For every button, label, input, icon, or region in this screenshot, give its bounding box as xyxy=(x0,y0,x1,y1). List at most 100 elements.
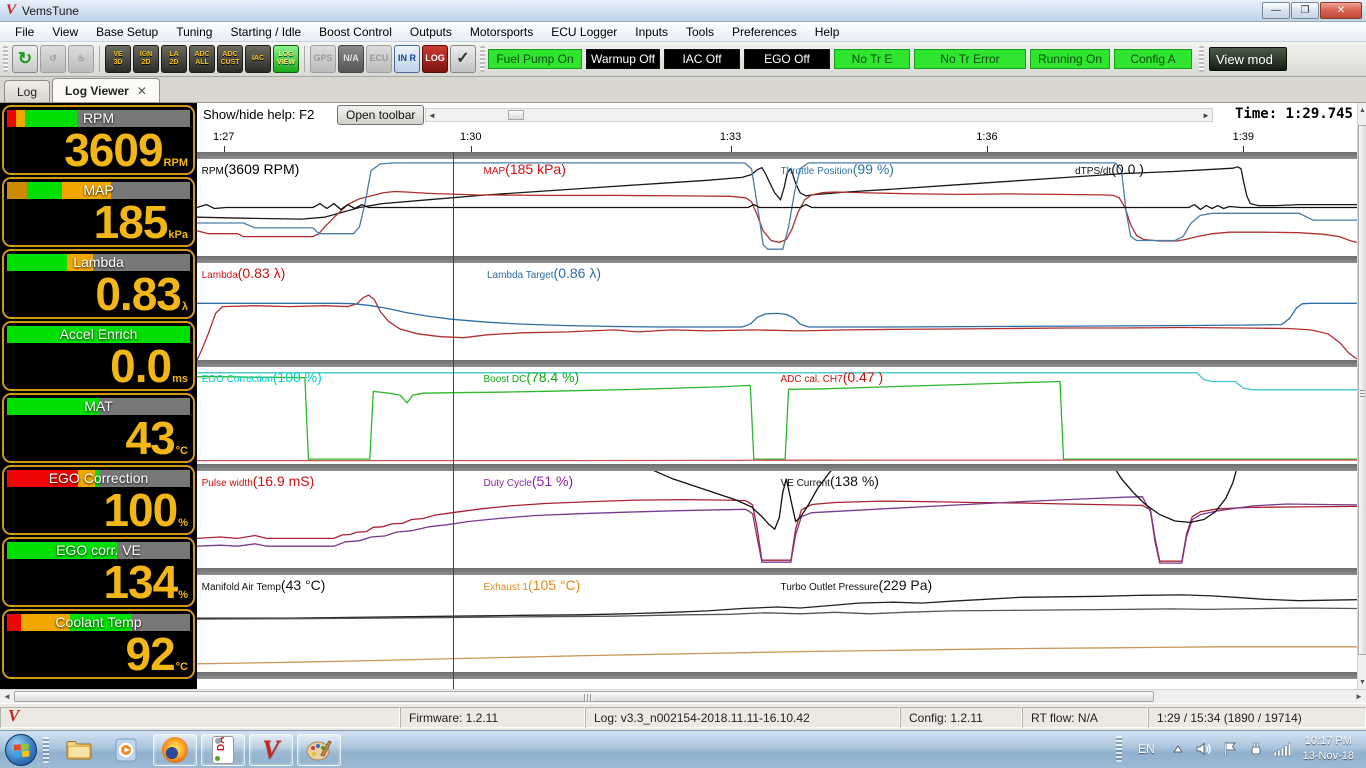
gauge-value: 185kPa xyxy=(94,200,188,245)
status-button-warmup-off[interactable]: Warmup Off xyxy=(586,49,660,69)
menu-item-help[interactable]: Help xyxy=(806,23,849,41)
status-button-ego-off[interactable]: EGO Off xyxy=(744,49,830,69)
menu-item-file[interactable]: File xyxy=(6,23,43,41)
close-button[interactable]: ✕ xyxy=(1320,2,1362,19)
na-icon[interactable]: N/A xyxy=(338,45,364,73)
taskbar-app-vemstune[interactable]: V xyxy=(249,734,293,766)
daq-icon: DAQ xyxy=(212,736,234,764)
open-toolbar-button[interactable]: Open toolbar xyxy=(337,105,424,125)
status-cell-2: Log: v3.3_n002154-2018.11.11-16.10.42 xyxy=(585,707,900,728)
scroll-right-arrow-icon[interactable]: ► xyxy=(1352,690,1366,703)
axis-tick-label: 1:30 xyxy=(460,131,481,143)
gauge-mat[interactable]: MAT43°C xyxy=(2,393,195,463)
gauge-lambda[interactable]: Lambda0.83λ xyxy=(2,249,195,319)
la-2d-table-icon[interactable]: LA2D xyxy=(161,45,187,73)
menu-item-base-setup[interactable]: Base Setup xyxy=(87,23,167,41)
horizontal-scroll-thumb[interactable] xyxy=(14,691,1154,702)
power-plug-icon[interactable] xyxy=(1245,739,1267,759)
time-axis: 1:271:301:331:361:39 xyxy=(197,129,1357,152)
gauge-rpm[interactable]: RPM3609RPM xyxy=(2,105,195,175)
flag-icon[interactable] xyxy=(1219,739,1241,759)
burn-icon[interactable]: ♨ xyxy=(68,45,94,73)
scroll-right-icon[interactable]: ► xyxy=(1200,109,1212,121)
language-indicator[interactable]: EN xyxy=(1138,742,1155,756)
view-mode-button[interactable]: View mod xyxy=(1209,47,1287,71)
chart-pan-scrollbar[interactable]: ◄ ► xyxy=(425,108,1213,122)
sync-ecu-icon[interactable]: ↻ xyxy=(12,45,38,73)
speaker-icon[interactable] xyxy=(1193,739,1215,759)
media-player-icon xyxy=(114,737,140,763)
series-line-pulse-width xyxy=(197,500,1357,562)
scroll-left-arrow-icon[interactable]: ◄ xyxy=(0,690,14,703)
gauge-ego-correction[interactable]: EGO Correction100% xyxy=(2,465,195,535)
gps-icon[interactable]: GPS xyxy=(310,45,336,73)
taskbar-app-firefox[interactable] xyxy=(153,734,197,766)
menu-item-preferences[interactable]: Preferences xyxy=(723,23,806,41)
log-track-1[interactable]: RPM(3609 RPM)MAP(185 kPa)Throttle Positi… xyxy=(197,159,1357,256)
vertical-scroll-thumb[interactable] xyxy=(1358,125,1366,655)
scroll-up-icon[interactable]: ▲ xyxy=(1358,103,1366,117)
taskbar-app-media-player[interactable] xyxy=(105,734,149,766)
upload-icon[interactable]: ↺ xyxy=(40,45,66,73)
ve-3d-table-icon[interactable]: VE3D xyxy=(105,45,131,73)
menu-item-view[interactable]: View xyxy=(43,23,87,41)
status-button-iac-off[interactable]: IAC Off xyxy=(664,49,740,69)
tray-icons xyxy=(1165,739,1295,759)
scroll-down-icon[interactable]: ▼ xyxy=(1358,675,1366,689)
scroll-left-icon[interactable]: ◄ xyxy=(426,109,438,121)
adc-cust-table-icon[interactable]: ADCCUST xyxy=(217,45,243,73)
ecu-icon[interactable]: ECU xyxy=(366,45,392,73)
taskbar-apps: DAQ V xyxy=(55,734,343,766)
series-current-value: (185 kPa) xyxy=(505,161,566,177)
log-track-2[interactable]: Lambda(0.83 λ)Lambda Target(0.86 λ) xyxy=(197,263,1357,360)
status-button-running-on[interactable]: Running On xyxy=(1030,49,1110,69)
menu-item-tuning[interactable]: Tuning xyxy=(167,23,221,41)
status-button-no-tr-e[interactable]: No Tr E xyxy=(834,49,910,69)
series-line-lambda-target xyxy=(197,303,1357,327)
chart-pan-thumb[interactable] xyxy=(508,110,524,120)
validate-icon[interactable]: ✓ xyxy=(450,45,476,73)
start-button[interactable] xyxy=(5,734,37,766)
menu-item-starting-idle[interactable]: Starting / Idle xyxy=(221,23,310,41)
menu-item-outputs[interactable]: Outputs xyxy=(401,23,461,41)
gauge-ego-corr-ve[interactable]: EGO corr. VE134% xyxy=(2,537,195,607)
taskbar-app-paint[interactable] xyxy=(297,734,341,766)
log-track-3[interactable]: EGO Correction(100 %)Boost DC(78.4 %)ADC… xyxy=(197,367,1357,464)
tab-log-viewer[interactable]: Log Viewer✕ xyxy=(52,78,160,102)
log-view-icon[interactable]: LOGVIEW xyxy=(273,45,299,73)
in-r-icon[interactable]: IN R xyxy=(394,45,420,73)
menu-item-tools[interactable]: Tools xyxy=(677,23,723,41)
log-track-4[interactable]: Pulse width(16.9 mS)Duty Cycle(51 %)VE C… xyxy=(197,471,1357,568)
maximize-button[interactable]: ❐ xyxy=(1291,2,1319,19)
log-track-5[interactable]: Manifold Air Temp(43 °C)Exhaust 1(105 °C… xyxy=(197,575,1357,672)
series-current-value: (0.86 λ) xyxy=(554,265,601,281)
taskbar-app-explorer[interactable] xyxy=(57,734,101,766)
ign-2d-table-icon[interactable]: IGN2D xyxy=(133,45,159,73)
time-cursor-line[interactable] xyxy=(453,152,454,689)
iac-table-icon[interactable]: IAC xyxy=(245,45,271,73)
network-signal-icon[interactable] xyxy=(1271,739,1293,759)
tab-log[interactable]: Log xyxy=(4,80,50,102)
horizontal-scrollbar[interactable]: ◄ ► xyxy=(0,689,1366,703)
taskbar-grip xyxy=(43,737,49,763)
adc-all-table-icon[interactable]: ADCALL xyxy=(189,45,215,73)
gauge-map[interactable]: MAP185kPa xyxy=(2,177,195,247)
menu-item-boost-control[interactable]: Boost Control xyxy=(310,23,401,41)
tray-grip xyxy=(1116,736,1122,762)
status-button-no-tr-error[interactable]: No Tr Error xyxy=(914,49,1026,69)
tab-close-icon[interactable]: ✕ xyxy=(137,84,147,98)
log-file-icon[interactable]: LOG xyxy=(422,45,448,73)
minimize-button[interactable]: — xyxy=(1262,2,1290,19)
taskbar-app-daq[interactable]: DAQ xyxy=(201,734,245,766)
hidden-icons-icon[interactable] xyxy=(1167,739,1189,759)
menu-item-inputs[interactable]: Inputs xyxy=(626,23,677,41)
series-label-duty-cycle: Duty Cycle(51 %) xyxy=(484,473,574,491)
taskbar-clock[interactable]: 10:17 PM 13-Nov-18 xyxy=(1303,734,1354,764)
gauge-accel-enrich[interactable]: Accel Enrich0.0ms xyxy=(2,321,195,391)
status-button-fuel-pump-on[interactable]: Fuel Pump On xyxy=(488,49,582,69)
menu-item-ecu-logger[interactable]: ECU Logger xyxy=(542,23,626,41)
status-button-config-a[interactable]: Config A xyxy=(1114,49,1192,69)
menu-item-motorsports[interactable]: Motorsports xyxy=(461,23,542,41)
vertical-scrollbar[interactable]: ▲ ▼ xyxy=(1357,103,1366,689)
gauge-coolant-temp[interactable]: Coolant Temp92°C xyxy=(2,609,195,679)
